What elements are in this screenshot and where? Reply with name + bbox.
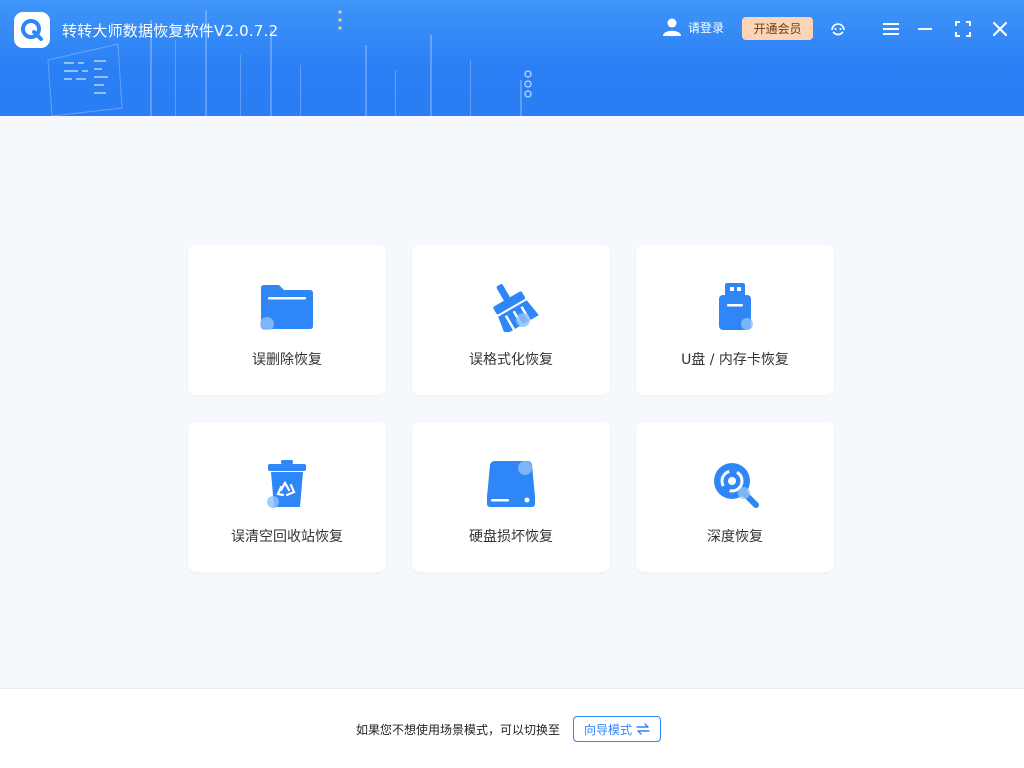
hard-disk-icon bbox=[483, 460, 539, 508]
support-icon bbox=[831, 23, 845, 36]
card-format-recovery[interactable]: 误格式化恢复 bbox=[412, 245, 610, 395]
card-label: 深度恢复 bbox=[707, 529, 763, 545]
minimize-button[interactable] bbox=[914, 18, 936, 40]
footer-hint: 如果您不想使用场景模式，可以切换至 bbox=[356, 723, 561, 737]
maximize-button[interactable] bbox=[952, 18, 974, 40]
login-label: 请登录 bbox=[688, 20, 725, 35]
folder-icon bbox=[259, 283, 315, 331]
card-label: 误清空回收站恢复 bbox=[231, 529, 343, 545]
card-label: 误删除恢复 bbox=[252, 352, 322, 368]
card-usb-recovery[interactable]: U盘 / 内存卡恢复 bbox=[636, 245, 834, 395]
app-title: 转转大师数据恢复软件V2.0.7.2 bbox=[62, 22, 279, 40]
card-hard-disk-recovery[interactable]: 硬盘损坏恢复 bbox=[412, 422, 610, 572]
close-button[interactable] bbox=[989, 18, 1011, 40]
card-label: 误格式化恢复 bbox=[469, 352, 553, 368]
menu-button[interactable] bbox=[880, 18, 902, 40]
header-decoration bbox=[47, 10, 532, 116]
guide-mode-label: 向导模式 bbox=[583, 722, 632, 737]
guide-mode-button[interactable]: 向导模式 bbox=[573, 716, 661, 742]
q-logo-icon bbox=[21, 19, 43, 41]
card-label: U盘 / 内存卡恢复 bbox=[681, 352, 789, 368]
card-recycle-bin-recovery[interactable]: 误清空回收站恢复 bbox=[188, 422, 386, 572]
maximize-icon bbox=[955, 21, 971, 37]
footer: 如果您不想使用场景模式，可以切换至 向导模式 bbox=[0, 688, 1024, 768]
login-button[interactable]: 请登录 bbox=[662, 18, 724, 36]
deep-scan-icon bbox=[707, 460, 763, 508]
card-label: 硬盘损坏恢复 bbox=[469, 529, 553, 545]
vip-button[interactable]: 开通会员 bbox=[742, 17, 813, 40]
close-icon bbox=[993, 22, 1007, 36]
support-button[interactable] bbox=[827, 18, 849, 40]
broom-icon bbox=[483, 283, 539, 332]
title-bar: 转转大师数据恢复软件V2.0.7.2 请登录 开通会员 bbox=[0, 0, 1024, 116]
menu-icon bbox=[883, 23, 899, 35]
minimize-icon bbox=[918, 28, 932, 30]
recycle-bin-icon bbox=[259, 460, 315, 508]
user-icon bbox=[663, 18, 681, 36]
card-deleted-recovery[interactable]: 误删除恢复 bbox=[188, 245, 386, 395]
usb-drive-icon bbox=[707, 283, 763, 331]
switch-arrows-icon bbox=[636, 723, 650, 735]
card-deep-recovery[interactable]: 深度恢复 bbox=[636, 422, 834, 572]
app-logo bbox=[14, 12, 50, 48]
